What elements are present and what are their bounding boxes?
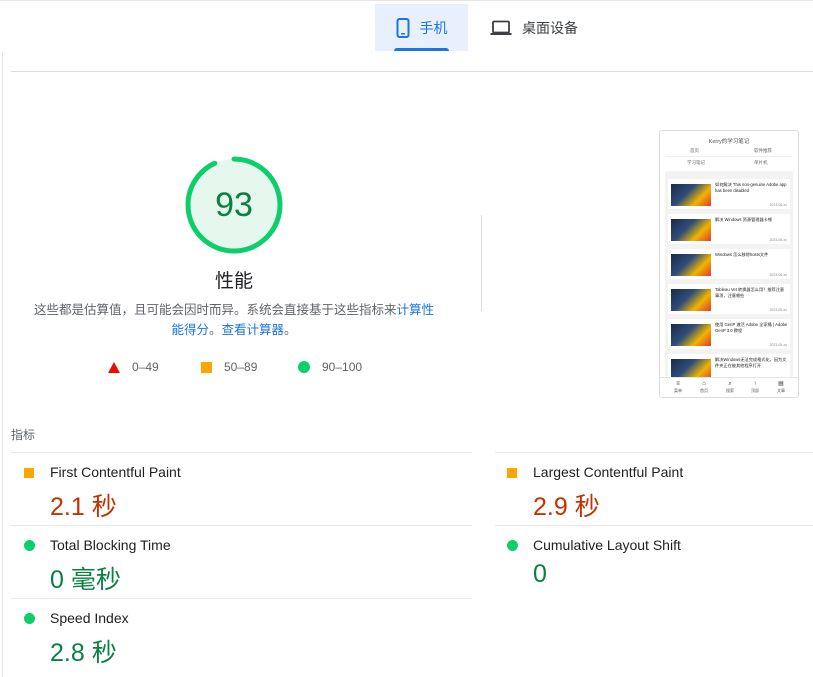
screenshot-nav-item: 单片机 — [754, 160, 768, 165]
metric-total-blocking-time: Total Blocking Time 0 毫秒 — [11, 526, 311, 596]
legend-pass: 90–100 — [298, 358, 362, 376]
pass-circle-icon — [24, 613, 35, 624]
active-tab-indicator — [394, 48, 449, 51]
article-thumbnail — [671, 254, 711, 276]
article-date: 2023-06-xx — [769, 273, 787, 277]
metrics-section-label: 指标 — [11, 428, 36, 442]
screenshot-divider — [666, 156, 792, 157]
article-title: 解决Windows无法完成格式化，因为文件夹正在被其他程序打开 — [715, 357, 787, 368]
average-square-icon — [24, 468, 34, 478]
pass-circle-icon — [24, 540, 35, 551]
gauge-title: 性能 — [214, 271, 253, 292]
metric-value: 2.9 秒 — [533, 493, 600, 521]
final-screenshot[interactable]: Kerry的学习笔记 首页 软件推荐 学习笔记 单片机 如何解决 This no… — [659, 130, 799, 398]
metric-cumulative-layout-shift: Cumulative Layout Shift 0 — [494, 526, 794, 596]
menu-icon: ≡ — [676, 381, 680, 387]
article-title: 使用 GenP 激活 Adobe 全家桶 | Adobe GenP 3.0 教程 — [715, 322, 788, 333]
screenshot-nav-item: 软件推荐 — [754, 148, 772, 153]
metric-speed-index: Speed Index 2.8 秒 — [11, 599, 311, 669]
average-square-icon — [507, 468, 517, 478]
bottom-item-label: 顶部 — [751, 388, 759, 393]
pass-circle-icon — [298, 361, 310, 373]
bottom-item-label: 搜索 — [726, 388, 734, 393]
article-date: 2023-06-xx — [769, 238, 787, 242]
tab-mobile-label: 手机 — [419, 19, 448, 36]
fail-triangle-icon — [108, 361, 120, 373]
metric-name: First Contentful Paint — [50, 464, 181, 480]
screenshot-article-card: Windows 怎么移除hosts文件 2023-06-xx — [668, 249, 790, 279]
screenshot-nav-item: 学习笔记 — [687, 160, 705, 165]
metric-name: Cumulative Layout Shift — [533, 537, 681, 553]
vertical-divider — [481, 215, 482, 311]
bottom-item-label: 首页 — [700, 388, 708, 393]
legend-average-label: 50–89 — [224, 360, 258, 374]
article-thumbnail — [671, 184, 711, 206]
gauge-desc-separator: 。 — [208, 323, 222, 337]
average-square-icon — [201, 361, 212, 373]
screenshot-bottom-item: ⌂ 首页 — [694, 381, 714, 394]
article-thumbnail — [671, 324, 711, 346]
screenshot-bottom-item: ⌕ 搜索 — [720, 381, 740, 394]
article-date: 2023-05-xx — [769, 308, 787, 312]
screenshot-bottom-item: ≡ 菜单 — [668, 381, 688, 394]
article-title: Tableau Vet 转换器怎么用？推荐注意事项，注意哪些 — [715, 287, 785, 298]
metric-first-contentful-paint: First Contentful Paint 2.1 秒 — [11, 453, 311, 523]
metric-value: 2.1 秒 — [50, 493, 117, 521]
search-icon: ⌕ — [728, 381, 732, 387]
metric-value: 0 — [533, 560, 547, 588]
metric-value: 0 毫秒 — [50, 566, 121, 594]
article-date: 2023-05-xx — [769, 343, 787, 347]
metric-name: Speed Index — [50, 610, 129, 626]
screenshot-nav-item: 首页 — [690, 148, 699, 153]
screenshot-article-list: 如何解决 This non-genuine Adobe app has been… — [665, 171, 793, 384]
screenshot-article-card: 解决 Windows 资源管理器卡顿 2023-06-xx — [668, 214, 790, 244]
tab-desktop[interactable]: 桌面设备 — [484, 4, 584, 51]
article-title: Windows 怎么移除hosts文件 — [715, 252, 769, 257]
screenshot-bottom-item: ▤ 文章 — [771, 381, 791, 394]
screenshot-article-card: Tableau Vet 转换器怎么用？推荐注意事项，注意哪些 2023-05-x… — [668, 284, 790, 314]
article-thumbnail — [671, 219, 711, 241]
article-date: 2023-06-xx — [769, 203, 787, 207]
screenshot-site-title: Kerry的学习笔记 — [708, 139, 750, 145]
bottom-item-label: 菜单 — [674, 388, 682, 393]
laptop-icon — [490, 20, 512, 36]
pass-circle-icon — [507, 540, 518, 551]
screenshot-article-card: 如何解决 This non-genuine Adobe app has been… — [668, 179, 790, 209]
metric-value: 2.8 秒 — [50, 639, 117, 667]
home-icon: ⌂ — [702, 381, 706, 387]
arrow-up-icon: ↑ — [753, 381, 757, 387]
metric-name: Total Blocking Time — [50, 537, 171, 553]
smartphone-icon — [396, 17, 410, 38]
article-thumbnail — [671, 289, 711, 311]
gauge-desc-end: 。 — [284, 323, 297, 337]
metric-name: Largest Contentful Paint — [533, 464, 684, 480]
legend-fail: 0–49 — [108, 358, 159, 376]
calculator-link[interactable]: 查看计算器 — [222, 323, 285, 337]
score-legend: 0–49 50–89 90–100 — [0, 358, 480, 376]
metric-largest-contentful-paint: Largest Contentful Paint 2.9 秒 — [494, 453, 794, 523]
legend-average: 50–89 — [201, 358, 257, 376]
legend-pass-label: 90–100 — [322, 360, 363, 374]
screenshot-bottom-item: ↑ 顶部 — [745, 381, 765, 394]
tab-desktop-label: 桌面设备 — [522, 19, 578, 36]
gauge-desc-text: 这些都是估算值，且可能会因时而异。系统会直接基于这些指标来 — [33, 303, 397, 317]
list-icon: ▤ — [778, 381, 784, 387]
screenshot-bottom-nav: ≡ 菜单 ⌂ 首页 ⌕ 搜索 ↑ 顶部 ▤ 文章 — [660, 377, 798, 397]
device-tabbar: 手机 桌面设备 — [0, 0, 813, 52]
legend-fail-label: 0–49 — [132, 360, 159, 374]
bottom-item-label: 文章 — [777, 388, 785, 393]
gauge-description: 这些都是估算值，且可能会因时而异。系统会直接基于这些指标来计算性能得分。查看计算… — [30, 300, 438, 340]
section-divider — [11, 71, 813, 72]
article-title: 解决 Windows 资源管理器卡顿 — [715, 217, 773, 222]
article-title: 如何解决 This non-genuine Adobe app has been… — [715, 182, 787, 193]
screenshot-article-card: 使用 GenP 激活 Adobe 全家桶 | Adobe GenP 3.0 教程… — [668, 319, 790, 349]
performance-score: 93 — [215, 185, 253, 224]
tab-mobile[interactable]: 手机 — [375, 4, 468, 51]
performance-gauge: 93 — [184, 155, 284, 255]
